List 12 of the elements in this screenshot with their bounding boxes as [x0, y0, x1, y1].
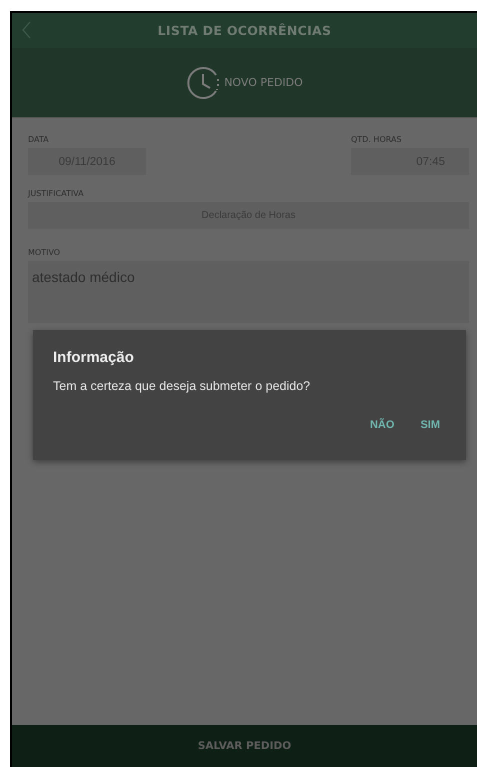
- back-button[interactable]: [22, 21, 32, 39]
- dialog-button[interactable]: SIM: [414, 415, 446, 435]
- dialog-button[interactable]: NÃO: [364, 415, 400, 435]
- dialog-message: Tem a certeza que deseja submeter o pedido?: [53, 379, 310, 393]
- screen-title: LISTA DE OCORRÊNCIAS: [158, 23, 332, 38]
- field-label: QTD. HORAS: [351, 135, 402, 144]
- subheader-title: NOVO PEDIDO: [224, 76, 303, 89]
- field-label: DATA: [28, 135, 49, 144]
- save-button[interactable]: SALVAR PEDIDO: [12, 725, 477, 767]
- field-label: MOTIVO: [28, 248, 60, 257]
- field-label: JUSTIFICATIVA: [28, 189, 84, 198]
- dialog-title: Informação: [53, 349, 134, 366]
